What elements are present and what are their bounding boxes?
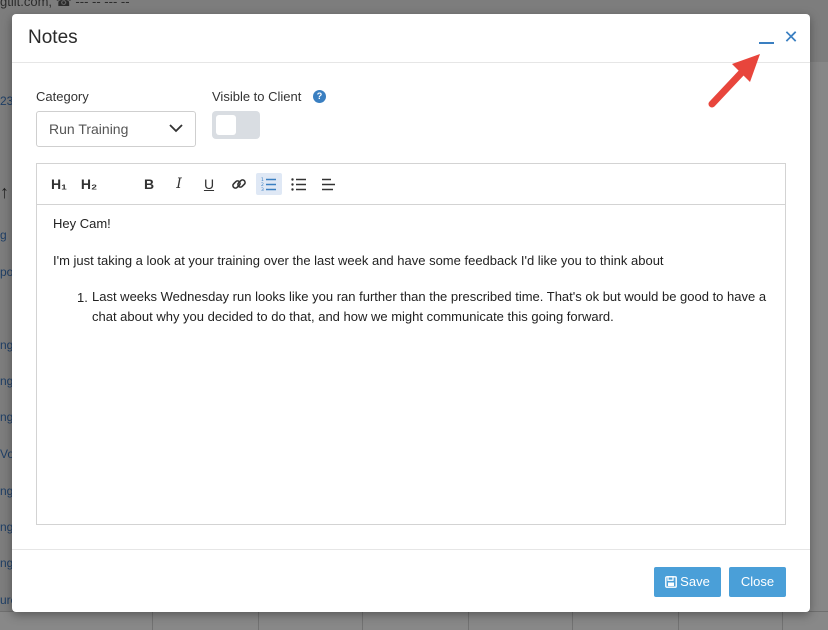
background-fragment: Vo <box>0 447 12 461</box>
background-fragment: ng <box>0 484 12 498</box>
category-select-value: Run Training <box>49 121 129 137</box>
background-fragment: ng <box>0 410 12 424</box>
visible-to-client-toggle[interactable] <box>212 111 260 139</box>
note-greeting: Hey Cam! <box>53 216 111 231</box>
annotation-arrow-icon <box>708 54 760 108</box>
ordered-list-icon: 1 2 3 <box>261 177 276 192</box>
note-intro: I'm just taking a look at your training … <box>53 253 664 268</box>
background-fragment: ng <box>0 556 12 570</box>
background-fragment: po <box>0 265 12 279</box>
underline-button[interactable]: U <box>196 173 222 195</box>
bullet-list-icon <box>291 178 306 191</box>
modal-header: Notes ✕ <box>12 14 810 63</box>
background-fragment: 23 <box>0 94 12 108</box>
link-icon <box>232 179 246 189</box>
heading-1-button[interactable]: H₁ <box>46 173 72 195</box>
modal-title: Notes <box>28 27 78 48</box>
chevron-down-icon <box>169 124 183 133</box>
close-icon[interactable]: ✕ <box>782 26 800 48</box>
italic-button[interactable]: I <box>166 173 192 195</box>
background-fragment: ↑ <box>0 182 9 202</box>
background-fragment: ure <box>0 593 12 607</box>
align-left-button[interactable] <box>316 173 342 195</box>
link-button[interactable] <box>226 173 252 195</box>
background-fragment: ng <box>0 338 12 352</box>
save-button[interactable]: Save <box>654 567 721 597</box>
category-select[interactable]: Run Training <box>36 111 196 147</box>
svg-text:3: 3 <box>261 187 264 192</box>
category-label: Category <box>36 89 89 104</box>
heading-2-button[interactable]: H₂ <box>76 173 102 195</box>
background-grid <box>0 611 828 630</box>
background-contact-line: gtiit.com, ☎ --- -- --- -- <box>0 0 130 9</box>
list-item-number: 1. <box>77 290 88 305</box>
list-item: Last weeks Wednesday run looks like you … <box>92 289 767 324</box>
rich-text-editor: H₁ H₂ B I U 1 2 3 Hey Cam! I'm just taki… <box>36 163 786 525</box>
editor-toolbar: H₁ H₂ B I U 1 2 3 <box>37 164 785 205</box>
footer-divider <box>12 549 810 550</box>
help-icon[interactable]: ? <box>313 90 326 103</box>
bold-button[interactable]: B <box>136 173 162 195</box>
background-fragment: ng <box>0 374 12 388</box>
align-left-icon <box>322 178 335 191</box>
visible-to-client-label: Visible to Client <box>212 89 302 104</box>
bullet-list-button[interactable] <box>286 173 312 195</box>
notes-modal: Notes ✕ Category Visible to Client ? Run… <box>12 14 810 612</box>
minimize-icon[interactable] <box>756 28 778 46</box>
ordered-list-button[interactable]: 1 2 3 <box>256 173 282 195</box>
background-right-strip <box>810 62 828 630</box>
background-fragment: ng <box>0 520 12 534</box>
save-icon <box>665 576 678 588</box>
close-button[interactable]: Close <box>729 567 786 597</box>
save-button-label: Save <box>680 574 710 589</box>
toggle-knob <box>216 115 236 135</box>
background-fragment: g <box>0 228 7 242</box>
